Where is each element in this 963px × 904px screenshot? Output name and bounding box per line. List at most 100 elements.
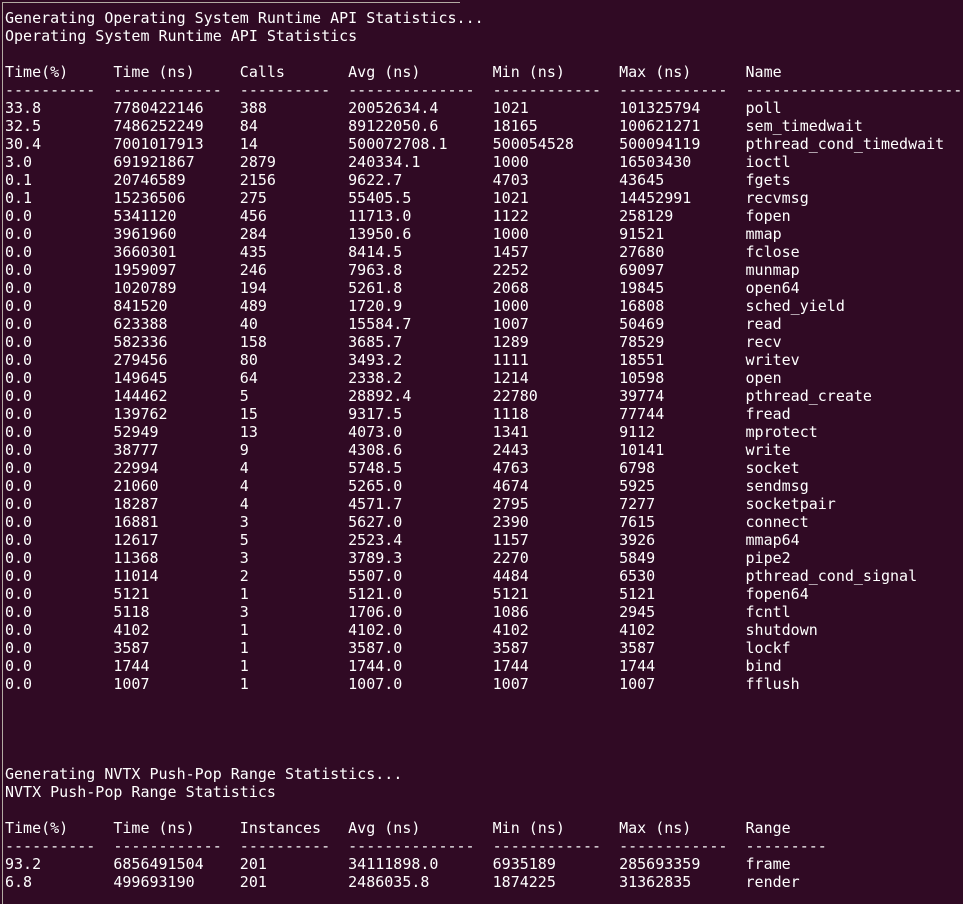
cell-min-ns: 2443 (493, 441, 529, 459)
cell-time-pct: 3.0 (5, 153, 32, 171)
cell-avg-ns: 55405.5 (348, 189, 411, 207)
cell-min-ns: 1000 (493, 297, 529, 315)
terminal-window[interactable]: Generating Operating System Runtime API … (0, 0, 963, 904)
cell-name: poll (746, 99, 782, 117)
cell-time-pct: 0.0 (5, 243, 32, 261)
cell-time-pct: 0.0 (5, 297, 32, 315)
os-table-row: 0.0 841520 489 1720.9 1000 16808 sched_y… (5, 297, 963, 315)
cell-time-ns: 15236506 (113, 189, 185, 207)
cell-time-ns: 3660301 (113, 243, 176, 261)
os-table-row: 0.0 1007 1 1007.0 1007 1007 fflush (5, 675, 963, 693)
col-header-max-ns: Max (ns) (619, 63, 691, 81)
cell-time-ns: 22994 (113, 459, 158, 477)
os-table-row: 0.0 582336 158 3685.7 1289 78529 recv (5, 333, 963, 351)
cell-max-ns: 10598 (619, 369, 664, 387)
cell-max-ns: 50469 (619, 315, 664, 333)
cell-time-pct: 0.0 (5, 261, 32, 279)
separator-dashes: ---------- (5, 81, 95, 99)
cell-min-ns: 1214 (493, 369, 529, 387)
cell-avg-ns: 7963.8 (348, 261, 402, 279)
cell-avg-ns: 89122050.6 (348, 117, 438, 135)
cell-min-ns: 1007 (493, 675, 529, 693)
cell-calls: 388 (240, 99, 267, 117)
cell-time-pct: 0.0 (5, 495, 32, 513)
cell-calls: 15 (240, 405, 258, 423)
cell-min-ns: 1021 (493, 189, 529, 207)
cell-calls: 2 (240, 567, 249, 585)
cell-name: read (746, 315, 782, 333)
cell-avg-ns: 3789.3 (348, 549, 402, 567)
cell-time-ns: 1744 (113, 657, 149, 675)
blank-line (5, 747, 963, 765)
cell-time-ns: 16881 (113, 513, 158, 531)
col-header-time-ns: Time (ns) (113, 63, 194, 81)
cell-name: open64 (746, 279, 800, 297)
separator-dashes: ------------ (113, 81, 221, 99)
os-table-row: 3.0 691921867 2879 240334.1 1000 1650343… (5, 153, 963, 171)
cell-range: frame (746, 855, 791, 873)
cell-min-ns: 1457 (493, 243, 529, 261)
cell-time-pct: 0.0 (5, 351, 32, 369)
cell-avg-ns: 4102.0 (348, 621, 402, 639)
cell-min-ns: 18165 (493, 117, 538, 135)
cell-avg-ns: 34111898.0 (348, 855, 438, 873)
cell-time-ns: 5118 (113, 603, 149, 621)
cell-min-ns: 2270 (493, 549, 529, 567)
os-table-row: 0.0 21060 4 5265.0 4674 5925 sendmsg (5, 477, 963, 495)
cell-max-ns: 1744 (619, 657, 655, 675)
cell-max-ns: 39774 (619, 387, 664, 405)
cell-time-ns: 691921867 (113, 153, 194, 171)
cell-avg-ns: 1007.0 (348, 675, 402, 693)
cell-calls: 3 (240, 603, 249, 621)
cell-time-pct: 0.0 (5, 657, 32, 675)
cell-max-ns: 3926 (619, 531, 655, 549)
cell-min-ns: 2390 (493, 513, 529, 531)
cell-time-pct: 30.4 (5, 135, 41, 153)
cell-calls: 2156 (240, 171, 276, 189)
cell-name: lockf (746, 639, 791, 657)
separator-dashes: ------------------------- (746, 81, 963, 99)
cell-max-ns: 100621271 (619, 117, 700, 135)
cell-range: render (746, 873, 800, 891)
os-table-row: 0.0 5118 3 1706.0 1086 2945 fcntl (5, 603, 963, 621)
cell-max-ns: 77744 (619, 405, 664, 423)
cell-min-ns: 3587 (493, 639, 529, 657)
cell-time-ns: 20746589 (113, 171, 185, 189)
cell-max-ns: 7615 (619, 513, 655, 531)
os-title-line: Operating System Runtime API Statistics (5, 27, 963, 45)
cell-name: connect (746, 513, 809, 531)
cell-max-ns: 27680 (619, 243, 664, 261)
cell-min-ns: 1007 (493, 315, 529, 333)
cell-avg-ns: 3493.2 (348, 351, 402, 369)
cell-name: pthread_cond_signal (746, 567, 918, 585)
cell-name: ioctl (746, 153, 791, 171)
cell-time-ns: 5121 (113, 585, 149, 603)
cell-calls: 64 (240, 369, 258, 387)
cell-name: fopen (746, 207, 791, 225)
cell-avg-ns: 5748.5 (348, 459, 402, 477)
os-table-row: 0.0 279456 80 3493.2 1111 18551 writev (5, 351, 963, 369)
cell-max-ns: 5925 (619, 477, 655, 495)
cell-avg-ns: 20052634.4 (348, 99, 438, 117)
os-table-row: 0.0 52949 13 4073.0 1341 9112 mprotect (5, 423, 963, 441)
cell-min-ns: 1744 (493, 657, 529, 675)
separator-dashes: -------------- (348, 81, 474, 99)
cell-min-ns: 1874225 (493, 873, 556, 891)
cell-calls: 84 (240, 117, 258, 135)
cell-avg-ns: 5121.0 (348, 585, 402, 603)
cell-time-pct: 0.0 (5, 621, 32, 639)
cell-name: sem_timedwait (746, 117, 863, 135)
os-table-row: 30.4 7001017913 14 500072708.1 500054528… (5, 135, 963, 153)
cell-avg-ns: 4308.6 (348, 441, 402, 459)
cell-time-pct: 0.0 (5, 585, 32, 603)
cell-name: pthread_cond_timedwait (746, 135, 945, 153)
os-table-row: 0.0 16881 3 5627.0 2390 7615 connect (5, 513, 963, 531)
cell-calls: 456 (240, 207, 267, 225)
cell-name: recvmsg (746, 189, 809, 207)
cell-time-pct: 93.2 (5, 855, 41, 873)
os-table-row: 32.5 7486252249 84 89122050.6 18165 1006… (5, 117, 963, 135)
cell-avg-ns: 28892.4 (348, 387, 411, 405)
cell-min-ns: 4102 (493, 621, 529, 639)
cell-time-ns: 18287 (113, 495, 158, 513)
separator-dashes: ------------ (619, 81, 727, 99)
